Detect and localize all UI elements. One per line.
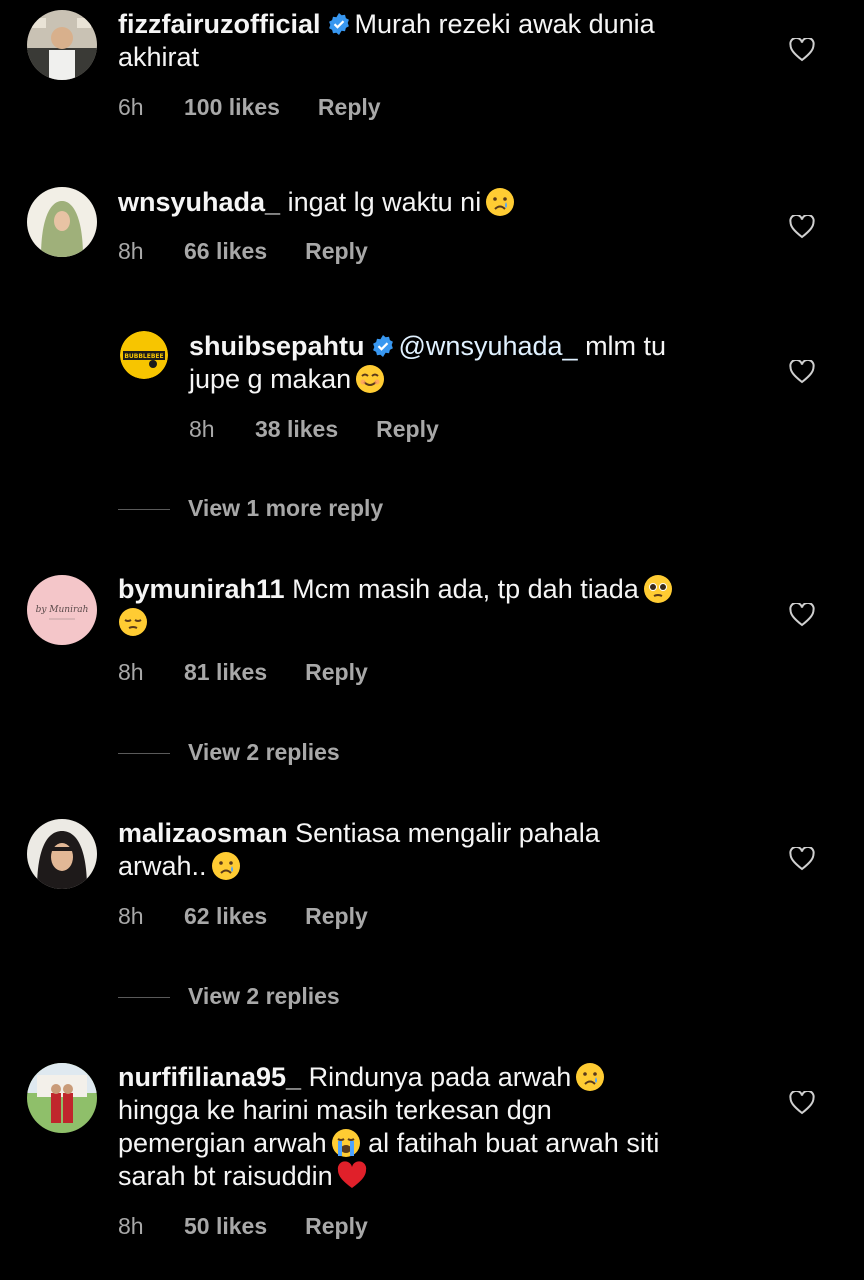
comment-body-line3: pemergian arwah: [118, 1128, 327, 1158]
username[interactable]: wnsyuhada_: [118, 187, 280, 217]
comment-text: fizzfairuzofficial Murah rezeki awak duni…: [118, 8, 758, 74]
crying-face-emoji: [485, 187, 515, 217]
sobbing-face-emoji: [331, 1128, 361, 1158]
username[interactable]: shuibsepahtu: [189, 331, 365, 361]
reply-button[interactable]: Reply: [305, 1213, 368, 1240]
timestamp: 8h: [118, 238, 144, 264]
heart-outline-icon[interactable]: [789, 1091, 815, 1115]
view-replies-label: View 2 replies: [188, 739, 340, 765]
pleading-face-emoji: [643, 574, 673, 604]
likes-count[interactable]: 100 likes: [184, 94, 280, 121]
timestamp: 6h: [118, 94, 144, 120]
reply-button[interactable]: Reply: [305, 238, 368, 265]
comment-text: malizaosman Sentiasa mengalir pahala arw…: [118, 817, 758, 883]
comment-body: ingat lg waktu ni: [287, 187, 482, 217]
heart-outline-icon[interactable]: [789, 847, 815, 871]
timestamp: 8h: [118, 1213, 144, 1239]
divider-line: [118, 509, 170, 511]
avatar[interactable]: [27, 187, 97, 257]
avatar[interactable]: [27, 819, 97, 889]
username[interactable]: bymunirah11: [118, 574, 285, 604]
avatar[interactable]: [27, 1063, 97, 1133]
likes-count[interactable]: 81 likes: [184, 659, 267, 686]
reply-button[interactable]: Reply: [305, 659, 368, 686]
reply-button[interactable]: Reply: [318, 94, 381, 121]
verified-badge-icon: [371, 334, 395, 358]
divider-line: [118, 997, 170, 999]
avatar[interactable]: BUBBLEBEE: [120, 331, 168, 379]
timestamp: 8h: [189, 416, 215, 442]
smiling-face-emoji: [355, 364, 385, 394]
comment-meta: 8h 62 likes Reply: [118, 903, 368, 930]
heart-outline-icon[interactable]: [789, 38, 815, 62]
comment-body-line3b: al fatihah buat arwah siti: [368, 1128, 660, 1158]
comment-meta: 8h 81 likes Reply: [118, 659, 368, 686]
view-replies-label: View 2 replies: [188, 983, 340, 1009]
comment-meta: 6h 100 likes Reply: [118, 94, 381, 121]
avatar-logo-text: BUBBLEBEE: [124, 353, 163, 360]
view-more-replies-button[interactable]: View 1 more reply: [118, 495, 383, 522]
comment-meta: 8h 50 likes Reply: [118, 1213, 368, 1240]
timestamp: 8h: [118, 903, 144, 929]
verified-badge-icon: [327, 12, 351, 36]
username[interactable]: nurfifiliana95_: [118, 1062, 301, 1092]
heart-outline-icon[interactable]: [789, 360, 815, 384]
view-replies-button[interactable]: View 2 replies: [118, 983, 340, 1010]
comment-text: shuibsepahtu @wnsyuhada_ mlm tu jupe g ma…: [189, 330, 759, 396]
crying-face-emoji: [211, 851, 241, 881]
view-replies-button[interactable]: View 2 replies: [118, 739, 340, 766]
comment-body: Murah rezeki awak dunia: [354, 9, 655, 39]
comment-text: nurfifiliana95_ Rindunya pada arwah hing…: [118, 1061, 778, 1193]
comment-body-line2: arwah..: [118, 851, 207, 881]
reply-button[interactable]: Reply: [305, 903, 368, 930]
pensive-face-emoji: [118, 607, 148, 637]
comment-body: Sentiasa mengalir pahala: [295, 818, 600, 848]
comment-body: mlm tu: [585, 331, 667, 361]
avatar[interactable]: by Munirah: [27, 575, 97, 645]
username[interactable]: malizaosman: [118, 818, 288, 848]
likes-count[interactable]: 38 likes: [255, 416, 338, 443]
likes-count[interactable]: 62 likes: [184, 903, 267, 930]
divider-line: [118, 753, 170, 755]
comment-body: Mcm masih ada, tp dah tiada: [292, 574, 639, 604]
heart-outline-icon[interactable]: [789, 603, 815, 627]
comment-body-line2: akhirat: [118, 42, 200, 72]
reply-button[interactable]: Reply: [376, 416, 439, 443]
comment-meta: 8h 66 likes Reply: [118, 238, 368, 265]
red-heart-emoji: [337, 1161, 367, 1191]
likes-count[interactable]: 66 likes: [184, 238, 267, 265]
mention-link[interactable]: @wnsyuhada_: [399, 331, 578, 361]
comment-body-line2: hingga ke harini masih terkesan dgn: [118, 1095, 552, 1125]
view-more-label: View 1 more reply: [188, 495, 384, 521]
comment-body: Rindunya pada arwah: [308, 1062, 572, 1092]
comment-body-line4: sarah bt raisuddin: [118, 1161, 333, 1191]
likes-count[interactable]: 50 likes: [184, 1213, 267, 1240]
username[interactable]: fizzfairuzofficial: [118, 9, 321, 39]
avatar[interactable]: [27, 10, 97, 80]
comment-text: wnsyuhada_ ingat lg waktu ni: [118, 186, 758, 219]
timestamp: 8h: [118, 659, 144, 685]
comment-meta: 8h 38 likes Reply: [189, 416, 439, 443]
comment-text: bymunirah11 Mcm masih ada, tp dah tiada: [118, 573, 758, 639]
heart-outline-icon[interactable]: [789, 215, 815, 239]
crying-face-emoji: [575, 1062, 605, 1092]
comment-body-line2: jupe g makan: [189, 364, 352, 394]
avatar-logo-text: by Munirah: [36, 605, 89, 615]
